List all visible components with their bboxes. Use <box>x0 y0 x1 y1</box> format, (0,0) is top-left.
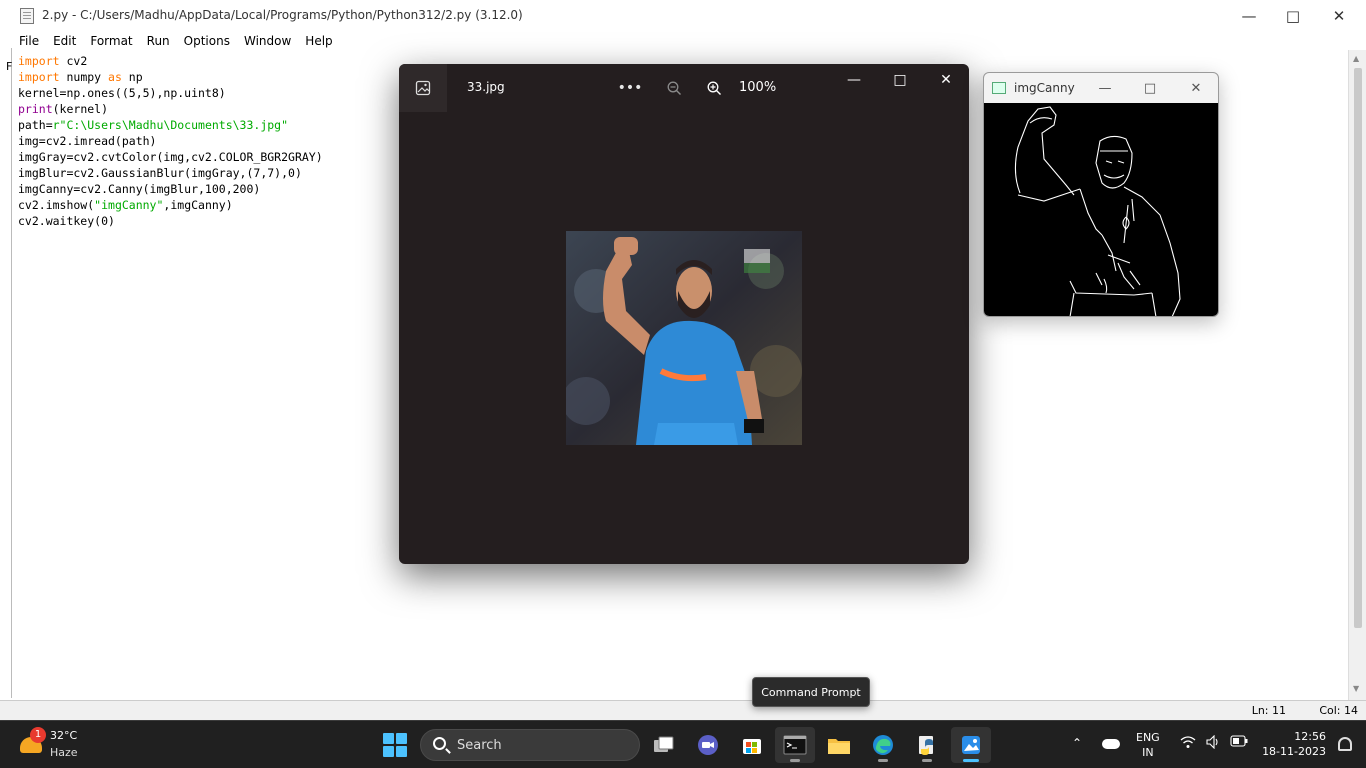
running-indicator <box>922 759 932 762</box>
code-line-3: kernel=np.ones((5,5),np.uint8) <box>18 86 226 100</box>
running-indicator <box>878 759 888 762</box>
scrollbar-thumb[interactable] <box>1354 68 1362 628</box>
file-explorer-icon[interactable] <box>819 727 859 763</box>
edge-browser-icon[interactable] <box>863 727 903 763</box>
search-label: Search <box>457 738 502 753</box>
menu-run[interactable]: Run <box>140 32 177 50</box>
code-line-6: img=cv2.imread(path) <box>18 134 157 148</box>
search-icon <box>433 737 446 750</box>
photos-toolbar: 33.jpg ••• 100% — □ ✕ <box>399 64 969 112</box>
menu-help[interactable]: Help <box>298 32 339 50</box>
idle-status-bar: Ln: 11 Col: 14 <box>0 700 1366 720</box>
code-line-5: path=r"C:\Users\Madhu\Documents\33.jpg" <box>18 118 289 132</box>
idle-title-bar[interactable]: 2.py - C:/Users/Madhu/AppData/Local/Prog… <box>0 0 1366 32</box>
opencv-window-icon <box>992 82 1006 94</box>
language-indicator[interactable]: ENG IN <box>1136 730 1160 760</box>
menu-file[interactable]: File <box>12 32 46 50</box>
chevron-up-icon[interactable]: ⌃ <box>1072 736 1082 750</box>
minimize-icon[interactable]: — <box>1226 0 1272 32</box>
img-canny-window[interactable]: imgCanny — □ ✕ <box>983 72 1219 317</box>
meet-app-icon[interactable] <box>688 727 728 763</box>
menu-window[interactable]: Window <box>237 32 298 50</box>
notification-bell-icon[interactable] <box>1338 737 1352 751</box>
cricketer-photo <box>566 231 802 445</box>
code-line-1: import cv2 <box>18 54 88 68</box>
photos-minimize-icon[interactable]: — <box>831 68 877 92</box>
canny-minimize-icon[interactable]: — <box>1090 77 1120 99</box>
clock-date: 18-11-2023 <box>1262 745 1326 758</box>
running-indicator <box>790 759 800 762</box>
scroll-up-icon[interactable]: ▲ <box>1353 54 1359 63</box>
taskbar-search[interactable]: Search <box>420 729 640 761</box>
code-line-11: cv2.waitkey(0) <box>18 214 115 228</box>
code-line-7: imgGray=cv2.cvtColor(img,cv2.COLOR_BGR2G… <box>18 150 323 164</box>
canny-maximize-icon[interactable]: □ <box>1135 77 1165 99</box>
start-button[interactable] <box>383 733 407 757</box>
menu-options[interactable]: Options <box>177 32 237 50</box>
gallery-icon[interactable] <box>399 64 447 112</box>
python-idle-icon[interactable] <box>907 727 947 763</box>
canny-window-title: imgCanny <box>1014 81 1075 95</box>
code-line-10: cv2.imshow("imgCanny",imgCanny) <box>18 198 233 212</box>
notification-badge: 1 <box>30 727 46 743</box>
clock-time: 12:56 <box>1294 730 1326 743</box>
idle-menu-bar: File Edit Format Run Options Window Help <box>12 32 340 50</box>
system-tray-icons[interactable] <box>1180 735 1248 749</box>
active-indicator <box>963 759 979 762</box>
canny-edge-image <box>984 103 1218 316</box>
photos-viewer-window[interactable]: 33.jpg ••• 100% — □ ✕ <box>399 64 969 564</box>
idle-window-title: 2.py - C:/Users/Madhu/AppData/Local/Prog… <box>42 8 523 22</box>
status-line: Ln: 11 <box>1251 704 1286 717</box>
zoom-in-icon[interactable] <box>701 76 727 100</box>
taskbar: 1 32°C Haze Search ⌃ ENG IN 12:56 18-11-… <box>0 720 1366 768</box>
menu-format[interactable]: Format <box>83 32 139 50</box>
code-editor[interactable]: import cv2 import numpy as np kernel=np.on… <box>18 53 323 229</box>
lang-top: ENG <box>1136 731 1160 744</box>
gutter-letter: F <box>6 60 13 73</box>
canny-title-bar[interactable]: imgCanny — □ ✕ <box>984 73 1218 103</box>
photo-filename: 33.jpg <box>467 80 505 94</box>
weather-condition: Haze <box>50 746 78 759</box>
weather-widget[interactable]: 1 32°C Haze <box>16 727 116 763</box>
volume-icon[interactable] <box>1206 735 1220 749</box>
scroll-down-icon[interactable]: ▼ <box>1353 684 1359 693</box>
zoom-out-icon[interactable] <box>661 76 687 100</box>
vertical-scrollbar[interactable]: ▲ ▼ <box>1348 50 1366 700</box>
menu-edit[interactable]: Edit <box>46 32 83 50</box>
close-icon[interactable]: ✕ <box>1316 0 1362 32</box>
more-options-icon[interactable]: ••• <box>617 76 643 100</box>
onedrive-cloud-icon[interactable] <box>1102 739 1120 749</box>
microsoft-store-icon[interactable] <box>732 727 772 763</box>
wifi-icon[interactable] <box>1180 735 1196 749</box>
idle-left-gutter: F <box>0 48 12 698</box>
code-line-2: import numpy as np <box>18 70 143 84</box>
command-prompt-icon[interactable] <box>775 727 815 763</box>
canny-close-icon[interactable]: ✕ <box>1181 77 1211 99</box>
zoom-level[interactable]: 100% <box>739 80 776 95</box>
lang-bottom: IN <box>1142 746 1154 759</box>
windows-logo-icon <box>383 733 394 744</box>
status-column: Col: 14 <box>1319 704 1358 717</box>
code-line-9: imgCanny=cv2.Canny(imgBlur,100,200) <box>18 182 261 196</box>
task-view-button[interactable] <box>644 727 684 763</box>
code-line-4: print(kernel) <box>18 102 109 116</box>
photos-close-icon[interactable]: ✕ <box>923 68 969 92</box>
maximize-icon[interactable]: □ <box>1270 0 1316 32</box>
battery-icon[interactable] <box>1230 735 1248 747</box>
code-line-8: imgBlur=cv2.GaussianBlur(imgGray,(7,7),0… <box>18 166 302 180</box>
command-prompt-tooltip: Command Prompt <box>752 677 870 707</box>
photos-maximize-icon[interactable]: □ <box>877 68 923 92</box>
taskbar-clock[interactable]: 12:56 18-11-2023 <box>1258 729 1326 759</box>
photos-app-icon[interactable] <box>951 727 991 763</box>
idle-file-icon <box>20 8 34 24</box>
weather-temperature: 32°C <box>50 729 78 742</box>
